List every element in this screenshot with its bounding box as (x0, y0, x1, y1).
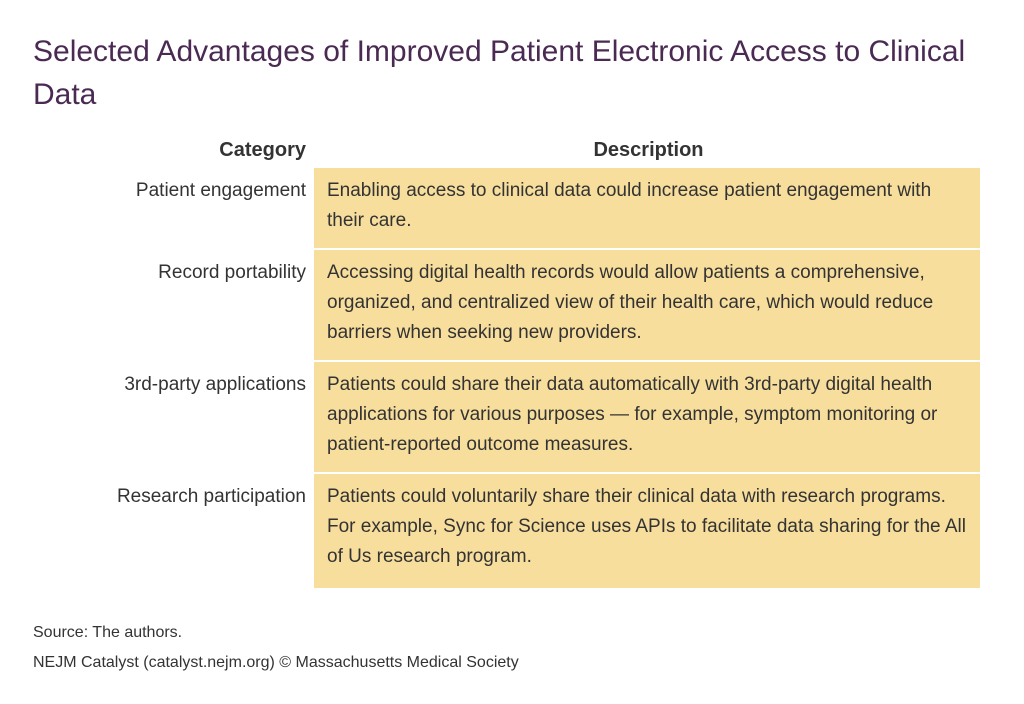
copyright-credit: NEJM Catalyst (catalyst.nejm.org) © Mass… (33, 654, 519, 671)
table-row: 3rd-party applications Patients could sh… (33, 362, 981, 474)
description-cell: Patients could share their data automati… (314, 362, 980, 474)
category-cell: Research participation (116, 486, 306, 507)
table-row: Record portability Accessing digital hea… (33, 250, 981, 362)
description-cell: Patients could voluntarily share their c… (314, 474, 980, 588)
table-row: Research participation Patients could vo… (33, 474, 981, 588)
table-row: Patient engagement Enabling access to cl… (33, 168, 981, 250)
category-cell: 3rd-party applications (124, 374, 306, 395)
description-cell: Accessing digital health records would a… (314, 250, 980, 362)
source-note: Source: The authors. (33, 624, 183, 641)
advantages-table: Category Description Patient engagement … (33, 132, 981, 588)
column-header-category: Category (219, 138, 306, 161)
page-title: Selected Advantages of Improved Patient … (33, 35, 966, 111)
table-header: Category Description (33, 132, 981, 168)
category-cell: Record portability (158, 262, 306, 283)
description-cell: Enabling access to clinical data could i… (314, 168, 980, 250)
category-cell: Patient engagement (135, 180, 306, 201)
column-header-description: Description (593, 138, 704, 161)
